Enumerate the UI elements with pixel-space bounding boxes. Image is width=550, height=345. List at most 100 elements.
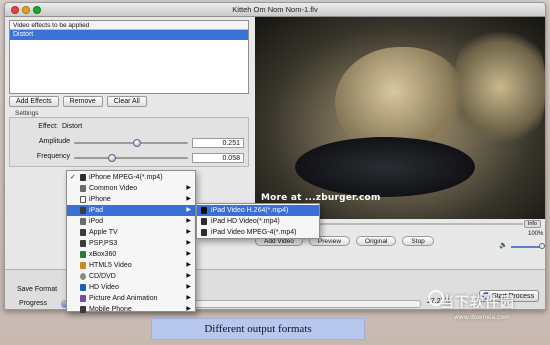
ipad-icon — [201, 229, 207, 236]
format-menu-item-label: xBox360 — [89, 251, 117, 258]
volume-control[interactable]: 🔈 — [499, 242, 545, 251]
format-menu-item-label: Picture And Animation — [89, 295, 158, 302]
format-menu-item-label: CD/DVD — [89, 273, 116, 280]
device-icon — [80, 240, 86, 247]
format-menu-item-label: iPad — [89, 207, 104, 214]
device-icon — [80, 229, 86, 236]
submenu-arrow-icon: ▶ — [186, 185, 191, 191]
format-menu-item[interactable]: Apple TV ▶ — [67, 227, 195, 238]
format-menu-item-label: PSP,PS3 — [89, 240, 118, 247]
amplitude-value-field[interactable]: 0.251 — [192, 138, 244, 148]
format-menu-item[interactable]: Common Video ▶ — [67, 183, 195, 194]
save-format-label: Save Format — [17, 286, 58, 293]
effect-item-distort[interactable]: Distort — [10, 30, 248, 40]
submenu-arrow-icon: ▶ — [186, 273, 191, 279]
amplitude-slider-knob[interactable] — [132, 139, 141, 147]
device-icon — [80, 196, 86, 203]
submenu-arrow-icon: ▶ — [186, 295, 191, 301]
device-icon — [80, 251, 86, 258]
site-url: www.downxia.com — [454, 314, 510, 321]
format-menu-item-label: HD Video — [89, 284, 119, 291]
effects-list[interactable]: Video effects to be applied Distort — [9, 20, 249, 94]
frequency-slider[interactable] — [74, 154, 188, 162]
ipad-format-item-label: iPad HD Video(*.mp4) — [211, 218, 280, 225]
submenu-arrow-icon: ▶ — [186, 196, 191, 202]
effect-row: Effect: Distort — [10, 123, 250, 133]
frequency-value-field[interactable]: 0.058 — [192, 153, 244, 163]
device-icon — [80, 174, 86, 181]
site-logo-icon — [428, 290, 444, 306]
ipad-submenu[interactable]: iPad Video H.264(*.mp4) iPad HD Video(*.m… — [196, 203, 320, 239]
site-watermark: 当下软件园 www.downxia.com — [428, 290, 515, 321]
format-menu-item[interactable]: xBox360 ▶ — [67, 249, 195, 260]
info-button[interactable]: Info — [523, 220, 541, 228]
device-icon — [80, 185, 86, 192]
caption-banner: Different output formats — [151, 318, 365, 340]
clear-all-button[interactable]: Clear All — [106, 96, 147, 107]
device-icon — [80, 295, 86, 302]
frequency-row: Frequency 0.058 — [10, 153, 250, 163]
amplitude-row: Amplitude 0.251 — [10, 138, 250, 148]
video-frame-shadow — [295, 137, 475, 197]
video-watermark: More at ...zburger.com — [261, 193, 381, 203]
format-menu-item[interactable]: Mobile Phone ▶ — [67, 304, 195, 315]
submenu-arrow-icon: ▶ — [186, 251, 191, 257]
submenu-arrow-icon: ▶ — [186, 240, 191, 246]
settings-label: Settings — [15, 110, 39, 117]
device-icon — [80, 273, 86, 280]
video-preview[interactable]: More at ...zburger.com — [255, 17, 545, 219]
ipad-format-item[interactable]: iPad Video H.264(*.mp4) — [197, 205, 319, 216]
ipad-format-item[interactable]: iPad Video MPEG-4(*.mp4) — [197, 227, 319, 238]
format-menu-item[interactable]: iPad ▶ — [67, 205, 195, 216]
format-menu-item[interactable]: ✓ iPhone MPEG-4(*.mp4) — [67, 172, 195, 183]
progress-label: Progress — [19, 300, 48, 307]
frequency-slider-knob[interactable] — [108, 154, 117, 162]
close-window-icon[interactable] — [11, 6, 19, 14]
stop-button[interactable]: Stop — [402, 236, 434, 246]
speaker-icon: 🔈 — [499, 242, 508, 249]
effect-name: Distort — [62, 123, 83, 130]
submenu-arrow-icon: ▶ — [186, 207, 191, 213]
submenu-arrow-icon: ▶ — [186, 218, 191, 224]
maximize-window-icon[interactable] — [33, 6, 41, 14]
window-title: Kitteh Om Nom Nom-1.flv — [232, 5, 318, 14]
format-menu-item[interactable]: iPhone ▶ — [67, 194, 195, 205]
format-menu-item-label: Common Video — [89, 185, 138, 192]
format-menu-item-label: Mobile Phone — [89, 306, 132, 313]
format-menu-item[interactable]: HD Video ▶ — [67, 282, 195, 293]
format-menu-item[interactable]: PSP,PS3 ▶ — [67, 238, 195, 249]
volume-percent: 100% — [528, 231, 544, 237]
volume-slider[interactable] — [511, 246, 541, 248]
device-icon — [80, 207, 86, 214]
amplitude-label: Amplitude — [38, 138, 70, 145]
device-icon — [80, 218, 86, 225]
video-frame-detail — [455, 27, 545, 147]
remove-effect-button[interactable]: Remove — [62, 96, 103, 107]
minimize-window-icon[interactable] — [22, 6, 30, 14]
settings-group: Effect: Distort Amplitude 0.251 Frequenc… — [9, 117, 249, 167]
format-menu-item-label: iPhone — [89, 196, 111, 203]
volume-slider-knob[interactable] — [539, 243, 545, 249]
effect-label: Effect: — [38, 123, 58, 130]
device-icon — [80, 262, 86, 269]
original-button[interactable]: Original — [356, 236, 397, 246]
format-menu-item-label: iPod — [89, 218, 104, 225]
frequency-label: Frequency — [36, 153, 70, 160]
format-menu-item-label: iPhone MPEG-4(*.mp4) — [89, 174, 163, 181]
effects-buttons: Add Effects Remove Clear All — [9, 96, 147, 107]
format-menu-item[interactable]: Picture And Animation ▶ — [67, 293, 195, 304]
format-menu-item[interactable]: iPod ▶ — [67, 216, 195, 227]
ipad-format-item-label: iPad Video H.264(*.mp4) — [211, 207, 289, 214]
device-icon — [80, 284, 86, 291]
site-name: 当下软件园 — [440, 295, 515, 311]
format-menu-item[interactable]: CD/DVD ▶ — [67, 271, 195, 282]
format-menu-item-label: Apple TV — [89, 229, 118, 236]
add-effects-button[interactable]: Add Effects — [9, 96, 59, 107]
format-menu-item-label: HTML5 Video — [89, 262, 132, 269]
ipad-format-item[interactable]: iPad HD Video(*.mp4) — [197, 216, 319, 227]
amplitude-slider[interactable] — [74, 139, 188, 147]
format-menu-item[interactable]: HTML5 Video ▶ — [67, 260, 195, 271]
title-bar: Kitteh Om Nom Nom-1.flv — [5, 3, 545, 17]
submenu-arrow-icon: ▶ — [186, 284, 191, 290]
format-dropdown-menu[interactable]: ✓ iPhone MPEG-4(*.mp4) Common Video ▶ iPhone… — [66, 170, 196, 315]
